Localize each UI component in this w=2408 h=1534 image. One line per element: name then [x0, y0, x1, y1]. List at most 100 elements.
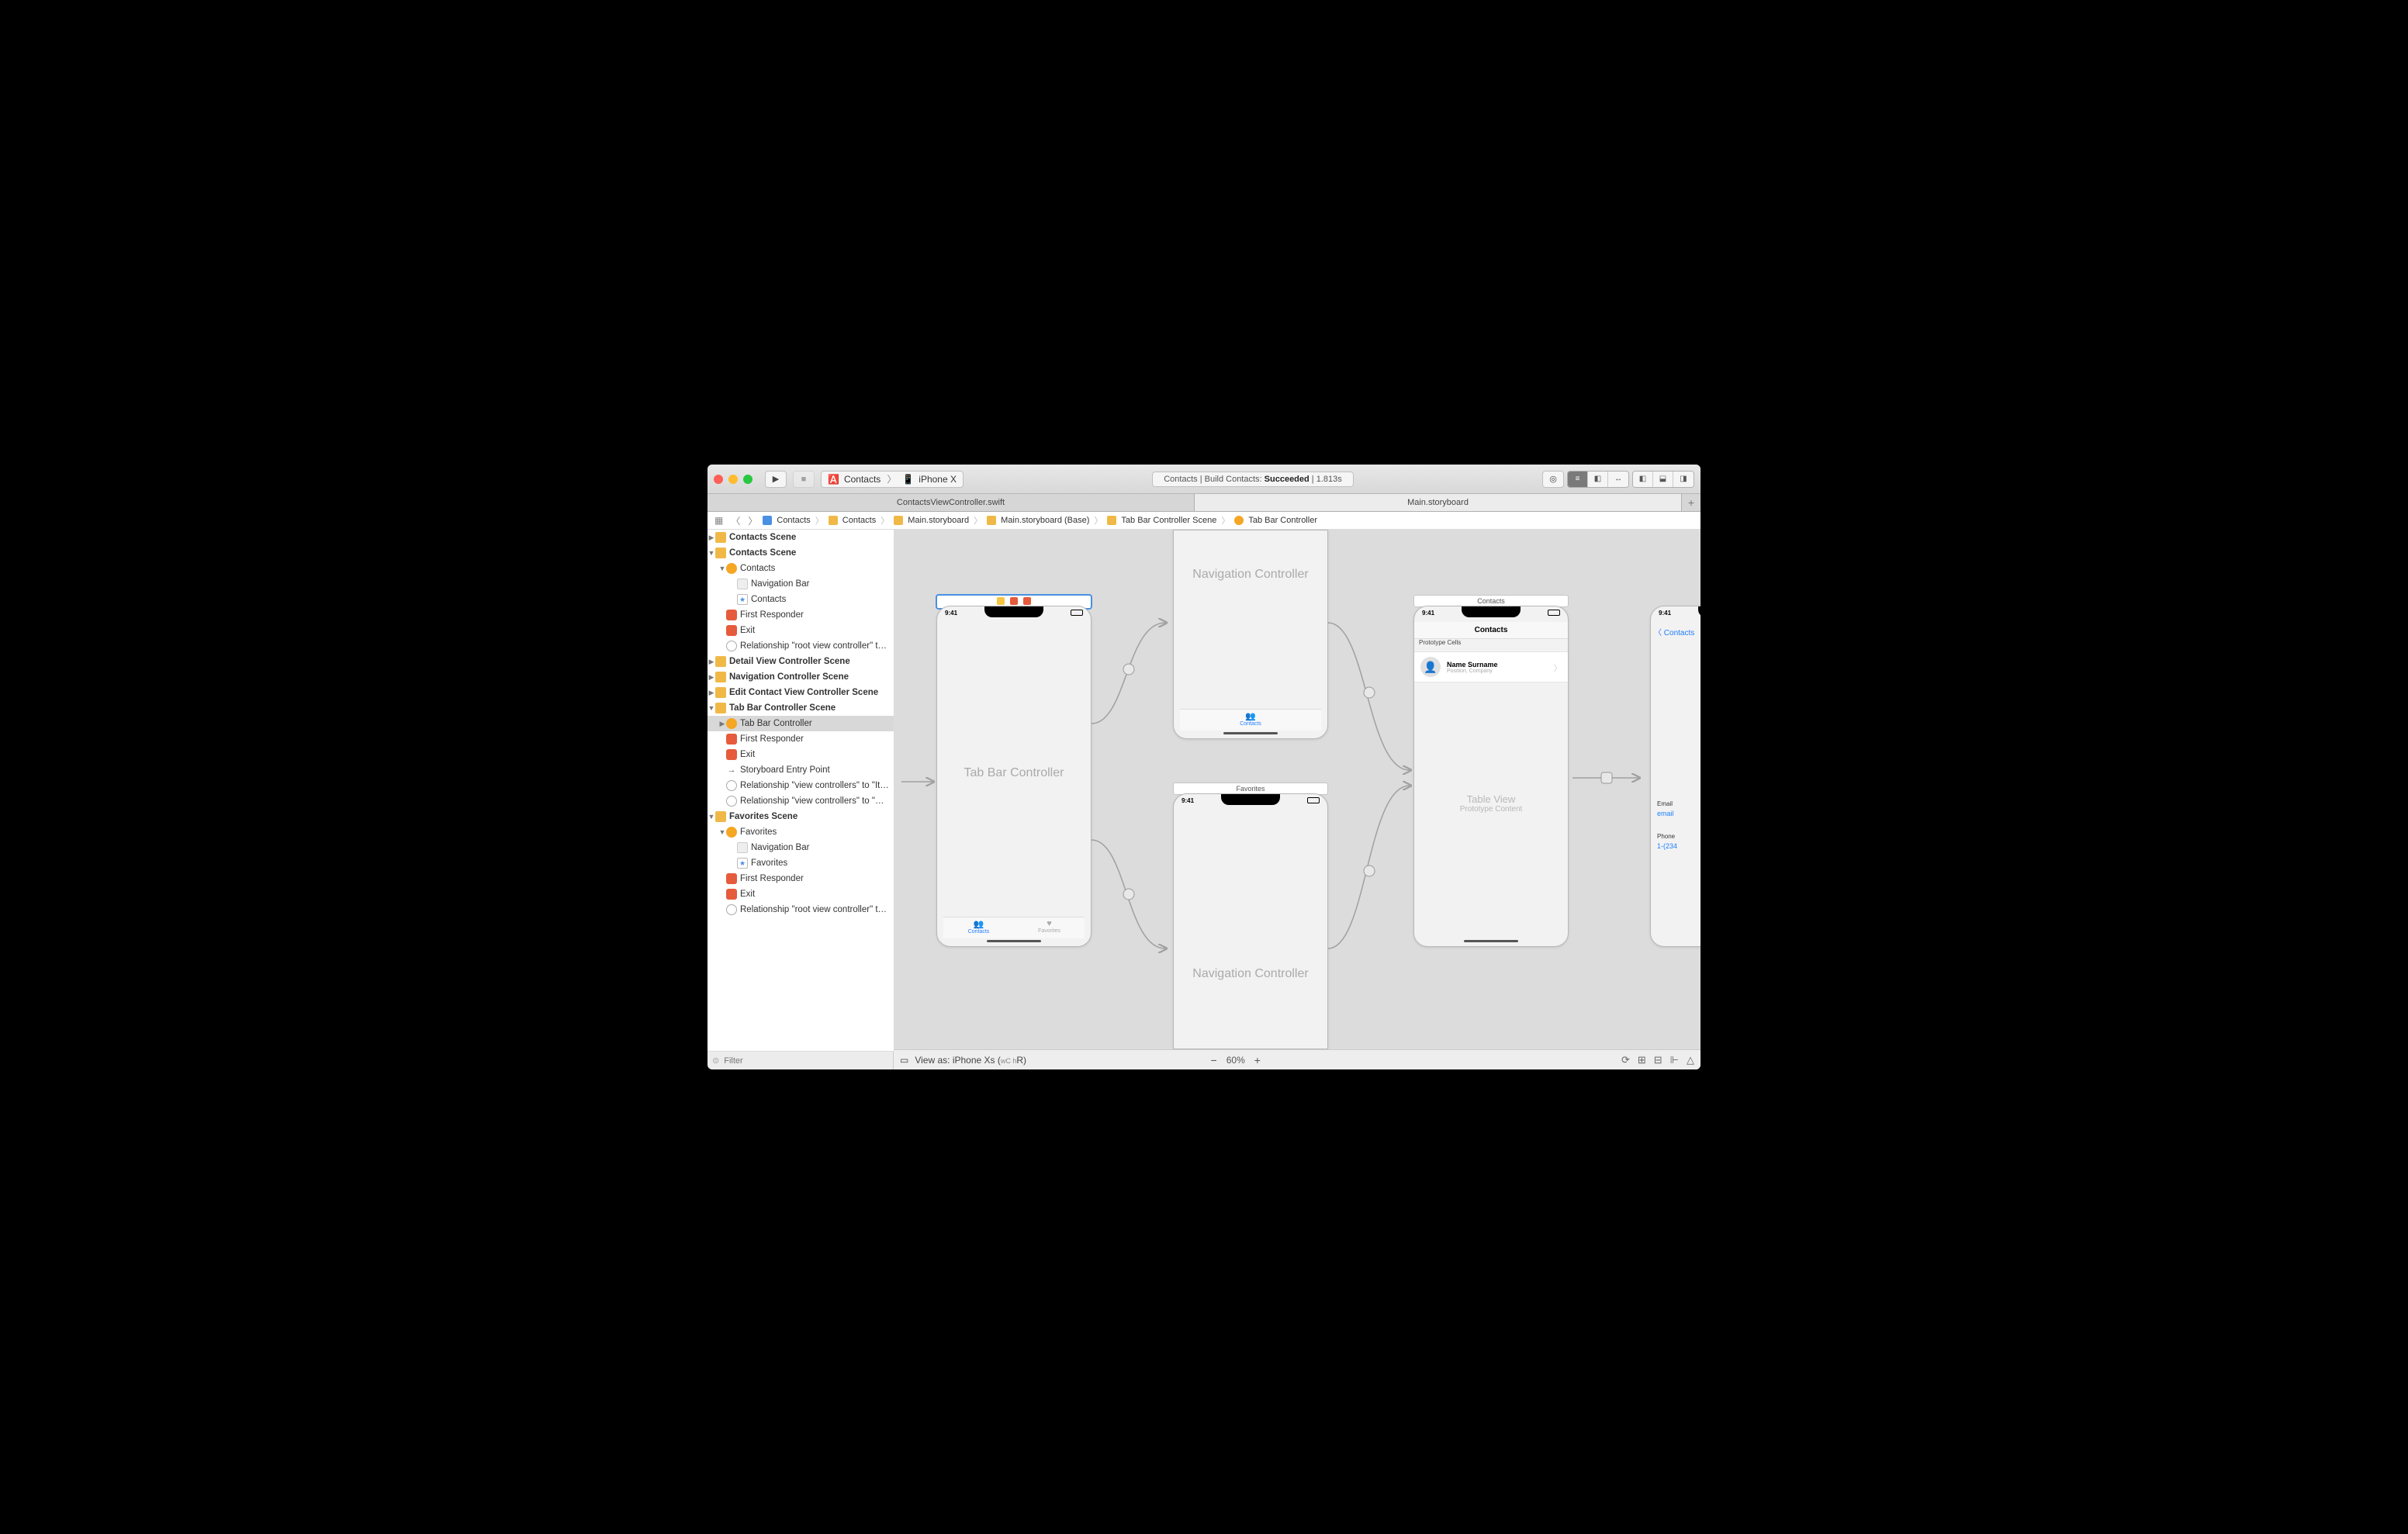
phone-detail[interactable]: 9:41 〈 Contacts Email email Phone 1-(234: [1650, 606, 1700, 947]
outline-row[interactable]: ▶Detail View Controller Scene: [708, 654, 894, 669]
disclosure-triangle-icon[interactable]: ▼: [718, 565, 726, 572]
new-tab-button[interactable]: +: [1682, 494, 1700, 511]
project-icon: [763, 516, 772, 525]
phone-tabbar-controller[interactable]: 9:41 Tab Bar Controller 👥Contacts ♥Favor…: [936, 606, 1092, 947]
tab-item-contacts[interactable]: 👥Contacts: [1227, 710, 1274, 731]
outline-row[interactable]: Relationship "root view controller" t…: [708, 638, 894, 654]
tab-item-favorites[interactable]: ♥Favorites: [1014, 917, 1085, 938]
outline-row[interactable]: ▼Tab Bar Controller Scene: [708, 700, 894, 716]
phone-nav-controller-1[interactable]: Navigation Controller 👥Contacts: [1173, 530, 1328, 739]
outline-row[interactable]: ▶Tab Bar Controller: [708, 716, 894, 731]
disclosure-triangle-icon[interactable]: ▼: [708, 549, 715, 557]
outline-row[interactable]: Relationship "view controllers" to "…: [708, 793, 894, 809]
outline-row[interactable]: →Storyboard Entry Point: [708, 762, 894, 778]
notch-icon: [1221, 794, 1280, 805]
jump-item[interactable]: Tab Bar Controller: [1248, 516, 1317, 525]
disclosure-triangle-icon[interactable]: ▼: [708, 813, 715, 821]
jump-item[interactable]: Main.storyboard (Base): [1001, 516, 1089, 525]
activity-status[interactable]: Contacts | Build Contacts: Succeeded | 1…: [1152, 472, 1354, 487]
outline-row[interactable]: First Responder: [708, 607, 894, 623]
tab-storyboard[interactable]: Main.storyboard: [1195, 494, 1682, 511]
view-as-label[interactable]: View as: iPhone Xs (wC hR): [915, 1055, 1026, 1066]
bottom-panel-toggle[interactable]: ⬓: [1653, 472, 1673, 487]
outline-row[interactable]: Navigation Bar: [708, 840, 894, 855]
related-items-button[interactable]: ▦: [712, 515, 725, 526]
filter-input[interactable]: [724, 1056, 888, 1066]
zoom-in-button[interactable]: +: [1254, 1054, 1261, 1066]
outline-label: Edit Contact View Controller Scene: [729, 688, 878, 697]
resolve-icon[interactable]: △: [1687, 1054, 1694, 1066]
right-panel-toggle[interactable]: ◨: [1673, 472, 1694, 487]
xcode-window: ▶ ■ 🅰️ Contacts 〉 📱 iPhone X Contacts | …: [708, 465, 1700, 1069]
disclosure-triangle-icon[interactable]: ▼: [718, 828, 726, 836]
outline-label: Storyboard Entry Point: [740, 765, 830, 775]
outline-row[interactable]: ★Favorites: [708, 855, 894, 871]
email-value: email: [1657, 810, 1674, 817]
outline-row[interactable]: ▼Contacts: [708, 561, 894, 576]
outline-row[interactable]: Relationship "root view controller" t…: [708, 902, 894, 917]
outline-row[interactable]: Navigation Bar: [708, 576, 894, 592]
disclosure-triangle-icon[interactable]: ▶: [708, 689, 715, 697]
scene-label-text: Favorites: [1236, 785, 1265, 793]
disclosure-triangle-icon[interactable]: ▶: [718, 720, 726, 728]
jump-bar[interactable]: ▦ 〈 〉 Contacts〉 Contacts〉 Main.storyboar…: [708, 512, 1700, 530]
tab-item-contacts[interactable]: 👥Contacts: [943, 917, 1014, 938]
jump-item[interactable]: Contacts: [842, 516, 876, 525]
phone-contacts-list[interactable]: 9:41 Contacts Prototype Cells 👤 Name Sur…: [1413, 606, 1569, 947]
outline-row[interactable]: Relationship "view controllers" to "It…: [708, 778, 894, 793]
disclosure-triangle-icon[interactable]: ▶: [708, 673, 715, 682]
jump-item[interactable]: Main.storyboard: [908, 516, 969, 525]
outline-row[interactable]: ★Contacts: [708, 592, 894, 607]
scheme-selector[interactable]: 🅰️ Contacts 〉 📱 iPhone X: [821, 471, 964, 488]
document-tabs: ContactsViewController.swift Main.storyb…: [708, 494, 1700, 512]
close-window-button[interactable]: [714, 475, 723, 484]
cell-name: Name Surname: [1447, 661, 1548, 669]
zoom-window-button[interactable]: [743, 475, 752, 484]
outline-toggle-icon[interactable]: ▭: [900, 1055, 908, 1066]
zoom-out-button[interactable]: −: [1211, 1054, 1217, 1066]
library-button[interactable]: ◎: [1542, 471, 1564, 488]
update-frames-icon[interactable]: ⟳: [1621, 1054, 1630, 1066]
assistant-editor-button[interactable]: ◧: [1588, 472, 1608, 487]
prototype-cell[interactable]: 👤 Name Surname Position, Company 〉: [1414, 651, 1568, 682]
embed-icon[interactable]: ⊞: [1638, 1054, 1646, 1066]
run-button[interactable]: ▶: [765, 471, 787, 488]
outline-label: Contacts Scene: [729, 533, 796, 542]
align-icon[interactable]: ⊟: [1654, 1054, 1662, 1066]
standard-editor-button[interactable]: ≡: [1568, 472, 1588, 487]
panel-toggle-segment[interactable]: ◧ ⬓ ◨: [1632, 471, 1694, 488]
contacts-icon: 👥: [943, 919, 1014, 929]
disclosure-triangle-icon[interactable]: ▼: [708, 704, 715, 712]
outline-row[interactable]: ▼Contacts Scene: [708, 545, 894, 561]
forward-button[interactable]: 〉: [746, 514, 759, 527]
jump-item[interactable]: Contacts: [777, 516, 810, 525]
outline-label: Relationship "view controllers" to "…: [740, 796, 884, 806]
outline-row[interactable]: ▼Favorites Scene: [708, 809, 894, 824]
pin-icon[interactable]: ⊩: [1670, 1054, 1679, 1066]
disclosure-triangle-icon[interactable]: ▶: [708, 658, 715, 666]
back-button[interactable]: 〈: [728, 514, 742, 527]
storyboard-canvas[interactable]: 9:41 Tab Bar Controller 👥Contacts ♥Favor…: [894, 530, 1700, 1049]
jump-item[interactable]: Tab Bar Controller Scene: [1121, 516, 1216, 525]
outline-row[interactable]: Exit: [708, 747, 894, 762]
version-editor-button[interactable]: ↔: [1608, 472, 1628, 487]
canvas-area: 9:41 Tab Bar Controller 👥Contacts ♥Favor…: [894, 530, 1700, 1069]
status-time: | 1.813s: [1310, 475, 1342, 484]
editor-mode-segment[interactable]: ≡ ◧ ↔: [1567, 471, 1629, 488]
outline-row[interactable]: Exit: [708, 886, 894, 902]
minimize-window-button[interactable]: [728, 475, 738, 484]
back-button[interactable]: 〈 Contacts: [1654, 626, 1694, 637]
outline-row[interactable]: First Responder: [708, 731, 894, 747]
outline-row[interactable]: ▼Favorites: [708, 824, 894, 840]
outline-row[interactable]: ▶ Edit Contact View Controller Scene: [708, 685, 894, 700]
outline-row[interactable]: ▶Navigation Controller Scene: [708, 669, 894, 685]
outline-row[interactable]: ▶ Contacts Scene: [708, 530, 894, 545]
outline-row[interactable]: First Responder: [708, 871, 894, 886]
outline-list[interactable]: ▶Contacts Scene▼Contacts Scene▼ContactsN…: [708, 530, 894, 1051]
left-panel-toggle[interactable]: ◧: [1633, 472, 1653, 487]
phone-nav-controller-2[interactable]: 9:41 Navigation Controller: [1173, 793, 1328, 1049]
outline-row[interactable]: Exit: [708, 623, 894, 638]
disclosure-triangle-icon[interactable]: ▶: [708, 534, 715, 542]
stop-button[interactable]: ■: [793, 471, 815, 488]
tab-swift-file[interactable]: ContactsViewController.swift: [708, 494, 1195, 511]
